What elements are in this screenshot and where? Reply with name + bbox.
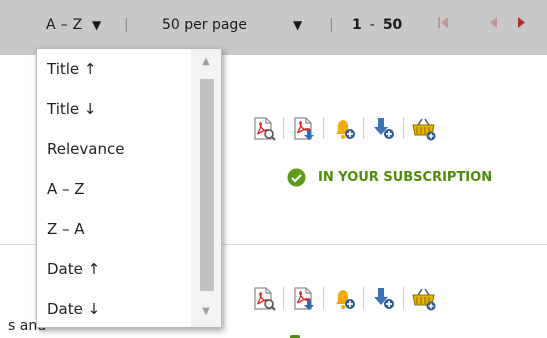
add-alert-icon[interactable] bbox=[330, 115, 357, 142]
toolbar-separator: | bbox=[124, 17, 129, 33]
scroll-down-icon[interactable]: ▼ bbox=[191, 301, 221, 323]
icon-separator bbox=[283, 287, 284, 309]
sort-caret-icon[interactable]: ▼ bbox=[92, 16, 101, 34]
pdf-download-icon[interactable] bbox=[290, 285, 317, 312]
range-end: 50 bbox=[382, 17, 403, 33]
subscription-status: IN YOUR SUBSCRIPTION bbox=[287, 168, 492, 187]
icon-separator bbox=[283, 117, 284, 139]
add-alert-icon[interactable] bbox=[330, 285, 357, 312]
scrollbar-thumb[interactable] bbox=[200, 79, 214, 291]
toolbar-separator: | bbox=[329, 17, 334, 33]
sort-option-a-z[interactable]: A – Z bbox=[47, 169, 85, 209]
icon-separator bbox=[403, 287, 404, 309]
first-page-icon[interactable] bbox=[437, 16, 449, 35]
sort-option-relevance[interactable]: Relevance bbox=[47, 129, 124, 169]
result-actions bbox=[250, 282, 437, 314]
pdf-download-icon[interactable] bbox=[290, 115, 317, 142]
sort-option-date-asc[interactable]: Date ↑ bbox=[47, 249, 100, 289]
prev-page-icon[interactable] bbox=[488, 16, 498, 35]
sort-dropdown[interactable]: Title ↑ Title ↓ Relevance A – Z Z – A Da… bbox=[36, 48, 222, 328]
search-results-page: A – Z ▼ | 50 per page ▼ | 1-50 IN YOUR S… bbox=[0, 0, 547, 338]
icon-separator bbox=[323, 287, 324, 309]
results-toolbar: A – Z ▼ | 50 per page ▼ | 1-50 bbox=[0, 0, 547, 55]
pdf-preview-icon[interactable] bbox=[250, 285, 277, 312]
per-page-caret-icon[interactable]: ▼ bbox=[293, 16, 302, 34]
pdf-preview-icon[interactable] bbox=[250, 115, 277, 142]
sort-option-date-desc[interactable]: Date ↓ bbox=[47, 289, 100, 327]
add-to-cart-icon[interactable] bbox=[410, 115, 437, 142]
range-dash: - bbox=[369, 17, 375, 33]
sort-option-z-a[interactable]: Z – A bbox=[47, 209, 85, 249]
save-download-icon[interactable] bbox=[370, 285, 397, 312]
sort-selector[interactable]: A – Z bbox=[46, 16, 83, 34]
result-actions bbox=[250, 112, 437, 144]
icon-separator bbox=[403, 117, 404, 139]
sort-option-title-desc[interactable]: Title ↓ bbox=[47, 89, 96, 129]
subscription-label: IN YOUR SUBSCRIPTION bbox=[318, 170, 493, 185]
results-range: 1-50 bbox=[352, 16, 402, 34]
icon-separator bbox=[323, 117, 324, 139]
add-to-cart-icon[interactable] bbox=[410, 285, 437, 312]
save-download-icon[interactable] bbox=[370, 115, 397, 142]
range-start: 1 bbox=[352, 17, 362, 33]
icon-separator bbox=[363, 117, 364, 139]
sort-option-title-asc[interactable]: Title ↑ bbox=[47, 49, 96, 89]
next-page-icon[interactable] bbox=[517, 16, 527, 35]
dropdown-scrollbar[interactable]: ▲ ▼ bbox=[191, 49, 221, 327]
icon-separator bbox=[363, 287, 364, 309]
per-page-selector[interactable]: 50 per page bbox=[162, 16, 247, 34]
scroll-up-icon[interactable]: ▲ bbox=[191, 51, 221, 73]
check-circle-icon bbox=[287, 168, 306, 187]
